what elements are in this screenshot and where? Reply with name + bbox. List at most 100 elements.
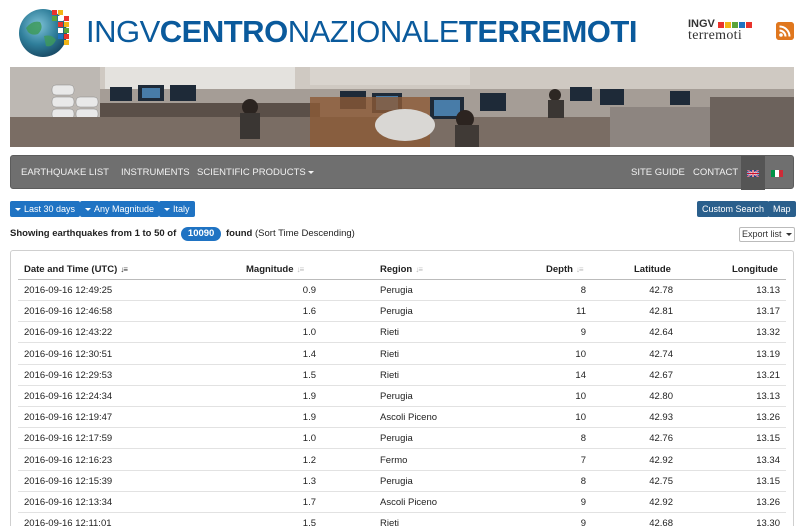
cell-date: 2016-09-16 12:13:34 xyxy=(24,497,113,508)
cell-latitude: 42.75 xyxy=(649,475,673,487)
cell-magnitude: 1.6 xyxy=(302,306,316,318)
nav-earthquake-list[interactable]: EARTHQUAKE LIST xyxy=(21,156,109,190)
export-list-button[interactable]: Export list xyxy=(739,227,795,242)
rss-icon[interactable] xyxy=(776,22,794,40)
cell-longitude: 13.21 xyxy=(756,369,780,381)
cell-date: 2016-09-16 12:15:39 xyxy=(24,475,113,487)
cell-longitude: 13.15 xyxy=(756,433,780,445)
cell-depth: 9 xyxy=(580,518,586,526)
cell-latitude: 42.76 xyxy=(649,433,673,445)
cell-latitude: 42.80 xyxy=(649,391,673,402)
column-header-magnitude[interactable]: Magnitude ↓≡ xyxy=(246,263,304,277)
cell-latitude: 42.67 xyxy=(649,369,673,381)
ingv-globe-logo[interactable] xyxy=(18,6,72,60)
table-row[interactable]: 2016-09-16 12:11:01 1.5 Rieti 9 42.68 13.30 xyxy=(18,513,786,526)
cell-latitude: 42.78 xyxy=(649,285,673,296)
cell-longitude: 13.34 xyxy=(756,454,780,466)
period-filter-button[interactable]: Last 30 days xyxy=(10,201,81,217)
cell-date: 2016-09-16 12:24:34 xyxy=(24,391,113,402)
table-row[interactable]: 2016-09-16 12:30:51 1.4 Rieti 10 42.74 13.19 xyxy=(18,344,786,365)
language-italian[interactable] xyxy=(765,156,789,190)
cell-magnitude: 1.2 xyxy=(302,454,316,466)
column-header-latitude: Latitude xyxy=(634,264,671,275)
cell-date: 2016-09-16 12:16:23 xyxy=(24,454,113,466)
table-row[interactable]: 2016-09-16 12:49:25 0.9 Perugia 8 42.78 13.13 xyxy=(18,280,786,301)
cell-magnitude: 1.5 xyxy=(302,369,316,381)
column-header-date[interactable]: Date and Time (UTC) ↓≡ xyxy=(24,263,128,277)
cell-region: Perugia xyxy=(380,433,413,445)
title-part-nazionale: NAZIONALE xyxy=(287,14,460,49)
results-sort-note: (Sort Time Descending) xyxy=(255,228,355,239)
cell-magnitude: 1.0 xyxy=(302,433,316,445)
nav-contact[interactable]: CONTACT xyxy=(693,156,738,190)
table-row[interactable]: 2016-09-16 12:24:34 1.9 Perugia 10 42.80 13.1… xyxy=(18,386,786,407)
sort-icon: ↓≡ xyxy=(575,265,584,274)
cell-depth: 14 xyxy=(575,369,586,381)
cell-depth: 7 xyxy=(580,454,586,466)
table-row[interactable]: 2016-09-16 12:29:53 1.5 Rieti 14 42.67 13.21 xyxy=(18,365,786,386)
cell-magnitude: 0.9 xyxy=(302,285,316,296)
control-room-banner-image xyxy=(10,67,794,147)
table-row[interactable]: 2016-09-16 12:43:22 1.0 Rieti 9 42.64 13.32 xyxy=(18,322,786,344)
site-title[interactable]: INGVCENTRONAZIONALETERREMOTI xyxy=(86,12,637,52)
column-header-magnitude-label: Magnitude xyxy=(246,264,294,275)
cell-longitude: 13.26 xyxy=(756,497,780,508)
cell-magnitude: 1.5 xyxy=(302,518,316,526)
uk-flag-icon xyxy=(747,170,759,177)
cell-date: 2016-09-16 12:29:53 xyxy=(24,369,113,381)
cell-longitude: 13.19 xyxy=(756,348,780,360)
nav-site-guide[interactable]: SITE GUIDE xyxy=(631,156,685,190)
area-filter-label: Italy xyxy=(173,204,190,214)
cell-date: 2016-09-16 12:30:51 xyxy=(24,348,113,360)
results-summary: Showing earthquakes from 1 to 50 of 1009… xyxy=(10,226,355,242)
column-header-region[interactable]: Region ↓≡ xyxy=(380,263,423,277)
cell-longitude: 13.13 xyxy=(756,285,780,296)
cell-date: 2016-09-16 12:43:22 xyxy=(24,327,113,339)
column-header-region-label: Region xyxy=(380,264,413,275)
cell-depth: 8 xyxy=(580,475,586,487)
cell-date: 2016-09-16 12:17:59 xyxy=(24,433,113,445)
cell-date: 2016-09-16 12:46:58 xyxy=(24,306,113,318)
cell-region: Ascoli Piceno xyxy=(380,497,438,508)
cell-magnitude: 1.7 xyxy=(302,497,316,508)
map-button[interactable]: Map xyxy=(768,201,796,217)
cell-magnitude: 1.9 xyxy=(302,391,316,402)
table-row[interactable]: 2016-09-16 12:19:47 1.9 Ascoli Piceno 10 42.… xyxy=(18,407,786,429)
cell-latitude: 42.68 xyxy=(649,518,673,526)
cell-latitude: 42.92 xyxy=(649,497,673,508)
ingv-terremoti-brand[interactable]: INGV terremoti xyxy=(688,18,766,44)
title-part-terremoti: TERREMOTI xyxy=(458,14,638,49)
cell-region: Fermo xyxy=(380,454,408,466)
table-row[interactable]: 2016-09-16 12:16:23 1.2 Fermo 7 42.92 13.34 xyxy=(18,450,786,471)
cell-longitude: 13.15 xyxy=(756,475,780,487)
cell-region: Perugia xyxy=(380,306,413,318)
table-row[interactable]: 2016-09-16 12:17:59 1.0 Perugia 8 42.76 13.15 xyxy=(18,428,786,450)
column-header-date-label: Date and Time (UTC) xyxy=(24,264,118,275)
magnitude-filter-button[interactable]: Any Magnitude xyxy=(80,201,160,217)
cell-depth: 8 xyxy=(580,433,586,445)
cell-depth: 11 xyxy=(576,306,586,318)
period-filter-label: Last 30 days xyxy=(24,204,76,214)
table-row[interactable]: 2016-09-16 12:46:58 1.6 Perugia 11 42.81 13.1… xyxy=(18,301,786,323)
language-english[interactable] xyxy=(741,156,765,190)
column-header-longitude: Longitude xyxy=(732,264,778,275)
column-header-depth[interactable]: Depth ↓≡ xyxy=(546,263,584,277)
nav-scientific-products[interactable]: SCIENTIFIC PRODUCTS xyxy=(197,156,314,190)
italy-flag-icon xyxy=(771,170,783,177)
cell-longitude: 13.32 xyxy=(756,327,780,339)
cell-longitude: 13.17 xyxy=(756,306,780,318)
custom-search-button[interactable]: Custom Search xyxy=(697,201,770,217)
results-suffix: found xyxy=(225,228,253,239)
cell-longitude: 13.13 xyxy=(756,391,780,402)
cell-latitude: 42.93 xyxy=(649,412,673,424)
cell-depth: 10 xyxy=(575,412,586,424)
site-header: INGVCENTRONAZIONALETERREMOTI INGV terrem… xyxy=(0,0,800,66)
table-row[interactable]: 2016-09-16 12:13:34 1.7 Ascoli Piceno 9 42.9… xyxy=(18,492,786,513)
area-filter-button[interactable]: Italy xyxy=(159,201,195,217)
table-row[interactable]: 2016-09-16 12:15:39 1.3 Perugia 8 42.75 13.15 xyxy=(18,471,786,492)
cell-depth: 10 xyxy=(575,348,586,360)
export-list-label: Export list xyxy=(741,229,782,239)
nav-instruments[interactable]: INSTRUMENTS xyxy=(121,156,190,190)
cell-region: Perugia xyxy=(380,391,413,402)
nav-scientific-products-label: SCIENTIFIC PRODUCTS xyxy=(197,167,306,178)
